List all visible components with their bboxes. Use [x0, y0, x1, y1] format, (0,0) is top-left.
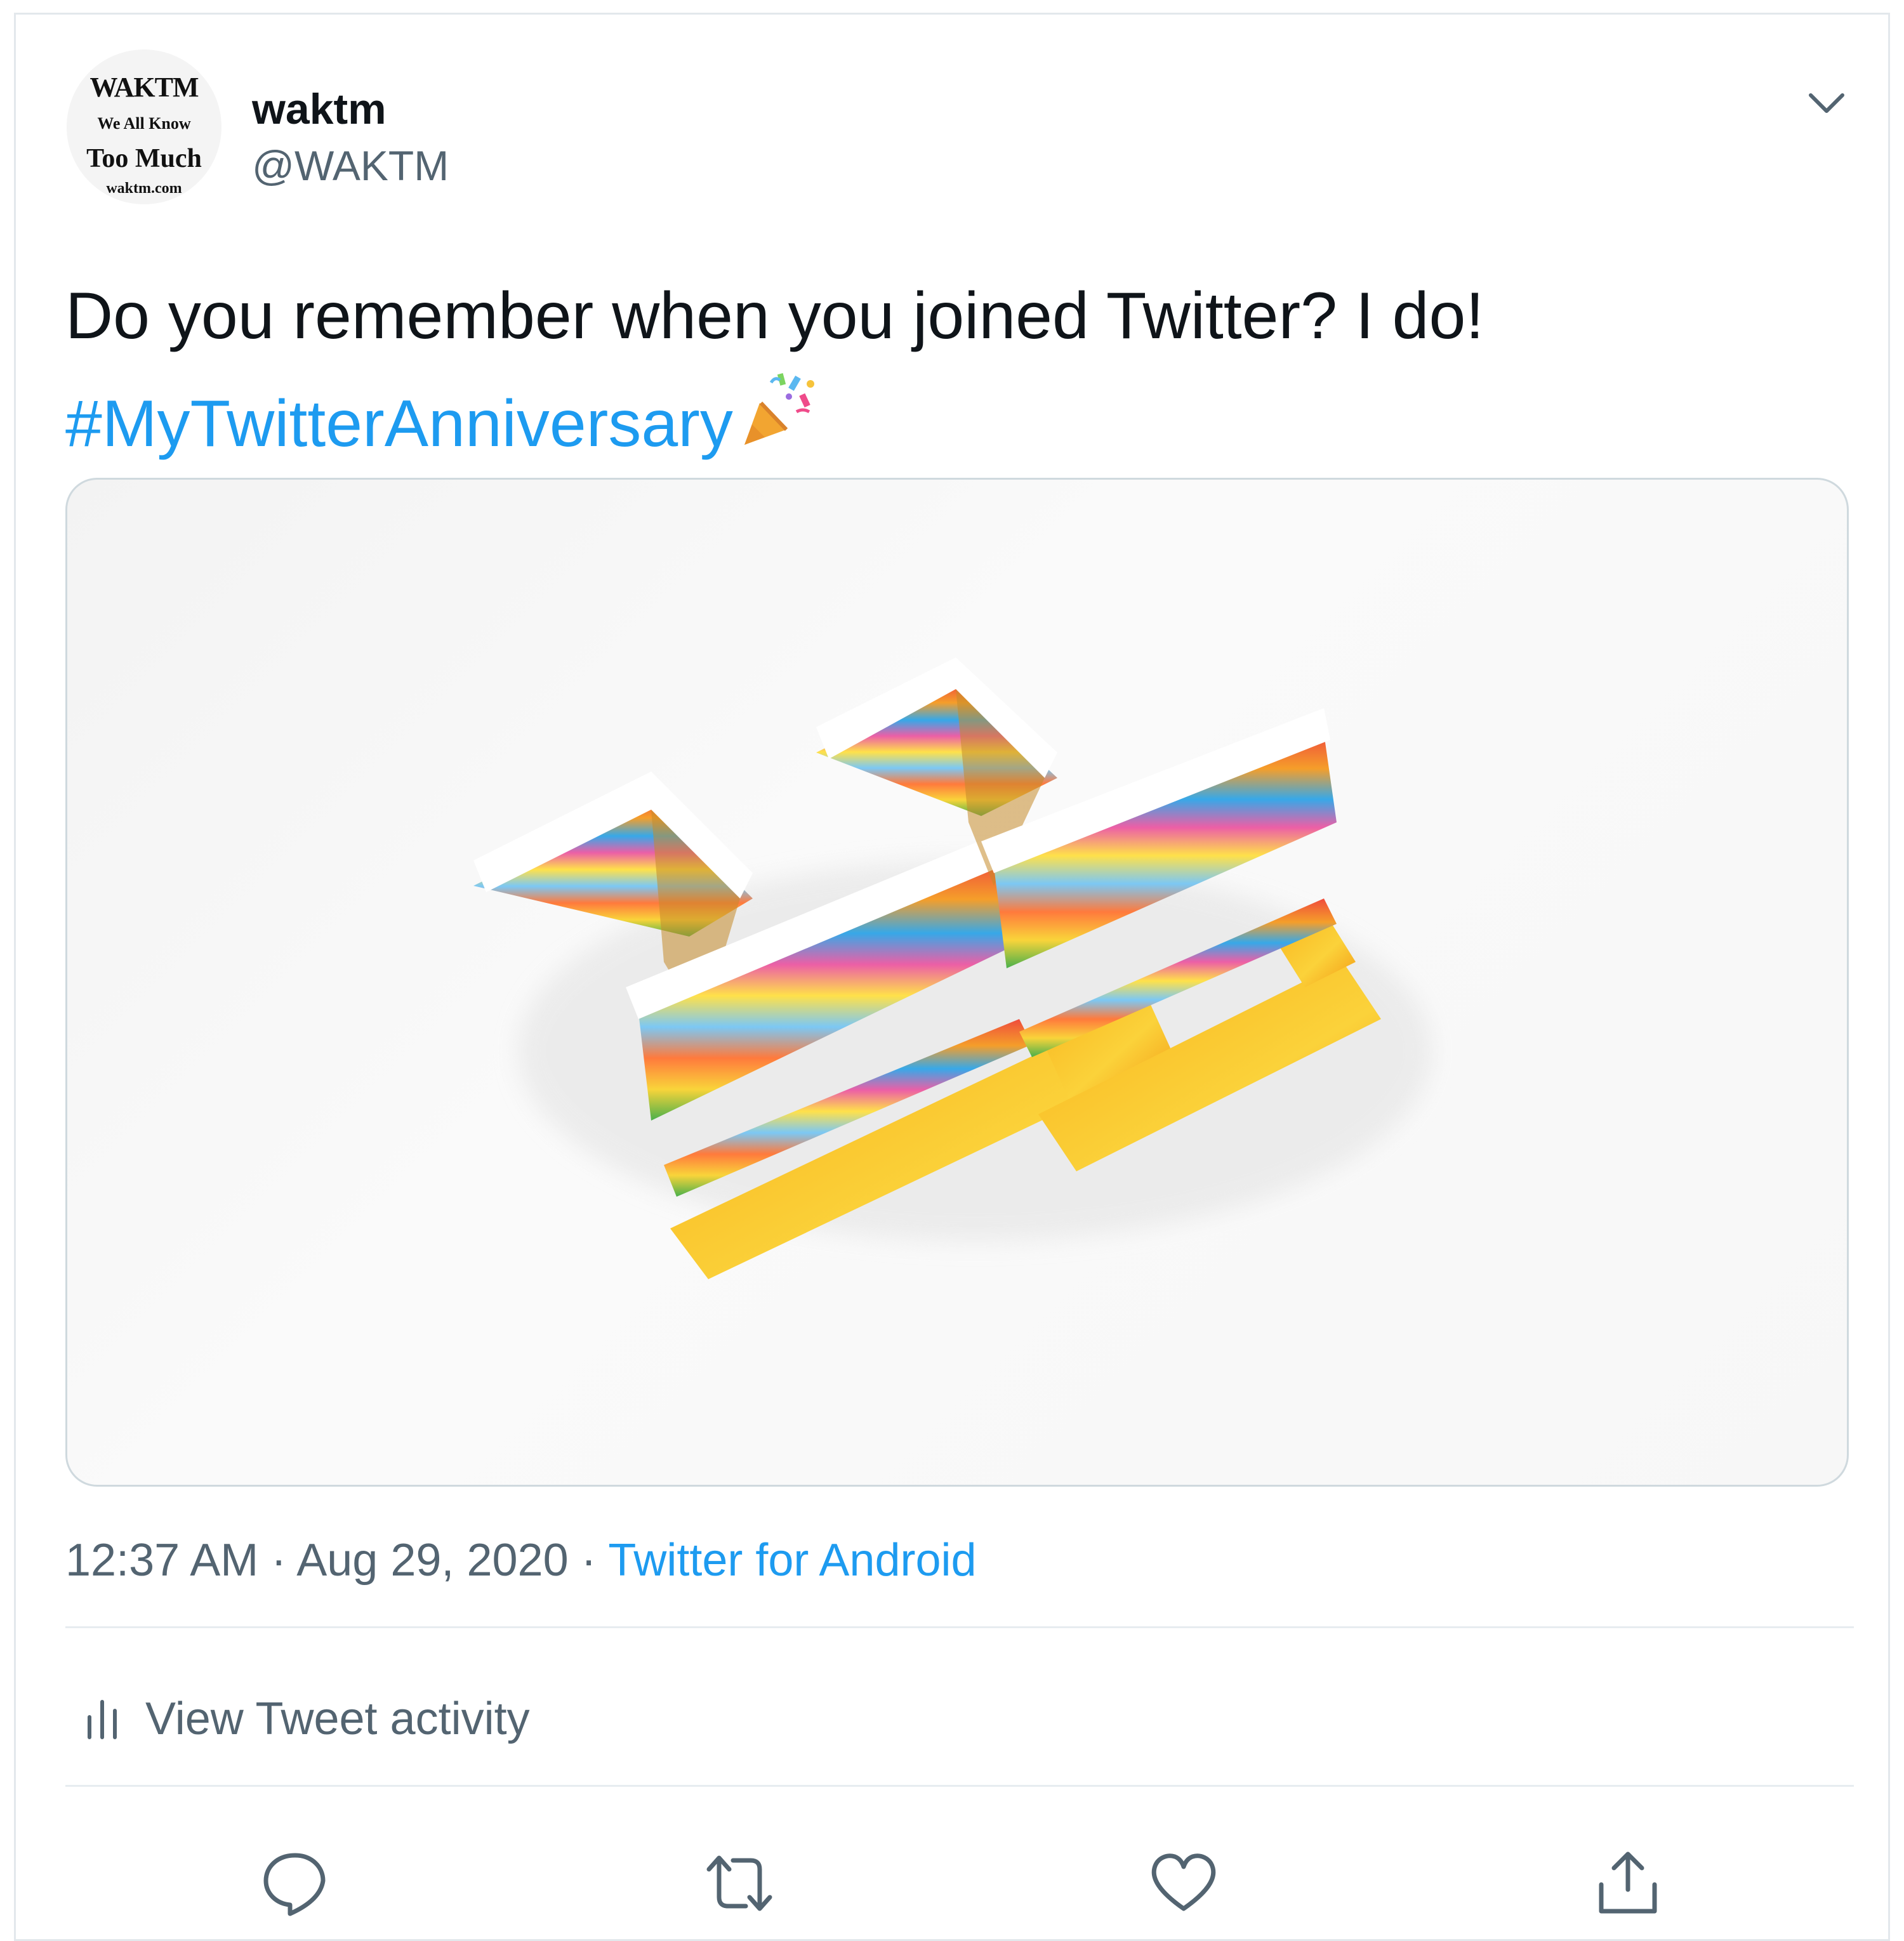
party-popper-icon	[733, 364, 822, 478]
meta-separator: ·	[568, 1535, 609, 1586]
divider	[65, 1626, 1854, 1628]
like-button[interactable]	[1146, 1845, 1222, 1921]
view-tweet-activity-button[interactable]: View Tweet activity	[84, 1693, 530, 1745]
avatar[interactable]: WAKTM We All Know Too Much waktm.com	[67, 49, 221, 204]
divider	[65, 1785, 1854, 1787]
tweet-body: Do you remember when you joined Twitter?…	[65, 279, 1484, 353]
avatar-logo-text: Too Much	[86, 144, 202, 173]
author-handle[interactable]: @WAKTM	[252, 141, 449, 190]
reply-icon	[257, 1853, 333, 1924]
tweet-media-image[interactable]	[65, 478, 1849, 1487]
share-button[interactable]	[1590, 1845, 1666, 1921]
author-display-name[interactable]: waktm	[252, 84, 387, 134]
tweet-card: WAKTM We All Know Too Much waktm.com wak…	[14, 13, 1890, 1941]
retweet-icon	[701, 1855, 777, 1924]
bar-chart-icon	[84, 1695, 120, 1743]
tweet-meta: 12:37 AM · Aug 29, 2020 · Twitter for An…	[65, 1534, 977, 1586]
reply-button[interactable]	[257, 1845, 333, 1921]
anniversary-artwork	[473, 657, 1432, 1279]
retweet-button[interactable]	[701, 1845, 777, 1921]
meta-separator: ·	[258, 1535, 297, 1586]
view-tweet-activity-label: View Tweet activity	[145, 1694, 530, 1744]
avatar-logo-text: We All Know	[97, 114, 191, 133]
avatar-logo-text: WAKTM	[89, 72, 199, 103]
tweet-source-link[interactable]: Twitter for Android	[608, 1535, 976, 1586]
tweet-time[interactable]: 12:37 AM	[65, 1535, 258, 1586]
tweet-text: Do you remember when you joined Twitter?…	[65, 268, 1842, 478]
tweet-date[interactable]: Aug 29, 2020	[296, 1535, 568, 1586]
heart-icon	[1146, 1853, 1222, 1924]
chevron-down-icon[interactable]	[1798, 81, 1855, 126]
hashtag-link[interactable]: #MyTwitterAnniversary	[65, 387, 733, 461]
avatar-logo-text: waktm.com	[106, 180, 182, 197]
share-icon	[1590, 1852, 1666, 1924]
